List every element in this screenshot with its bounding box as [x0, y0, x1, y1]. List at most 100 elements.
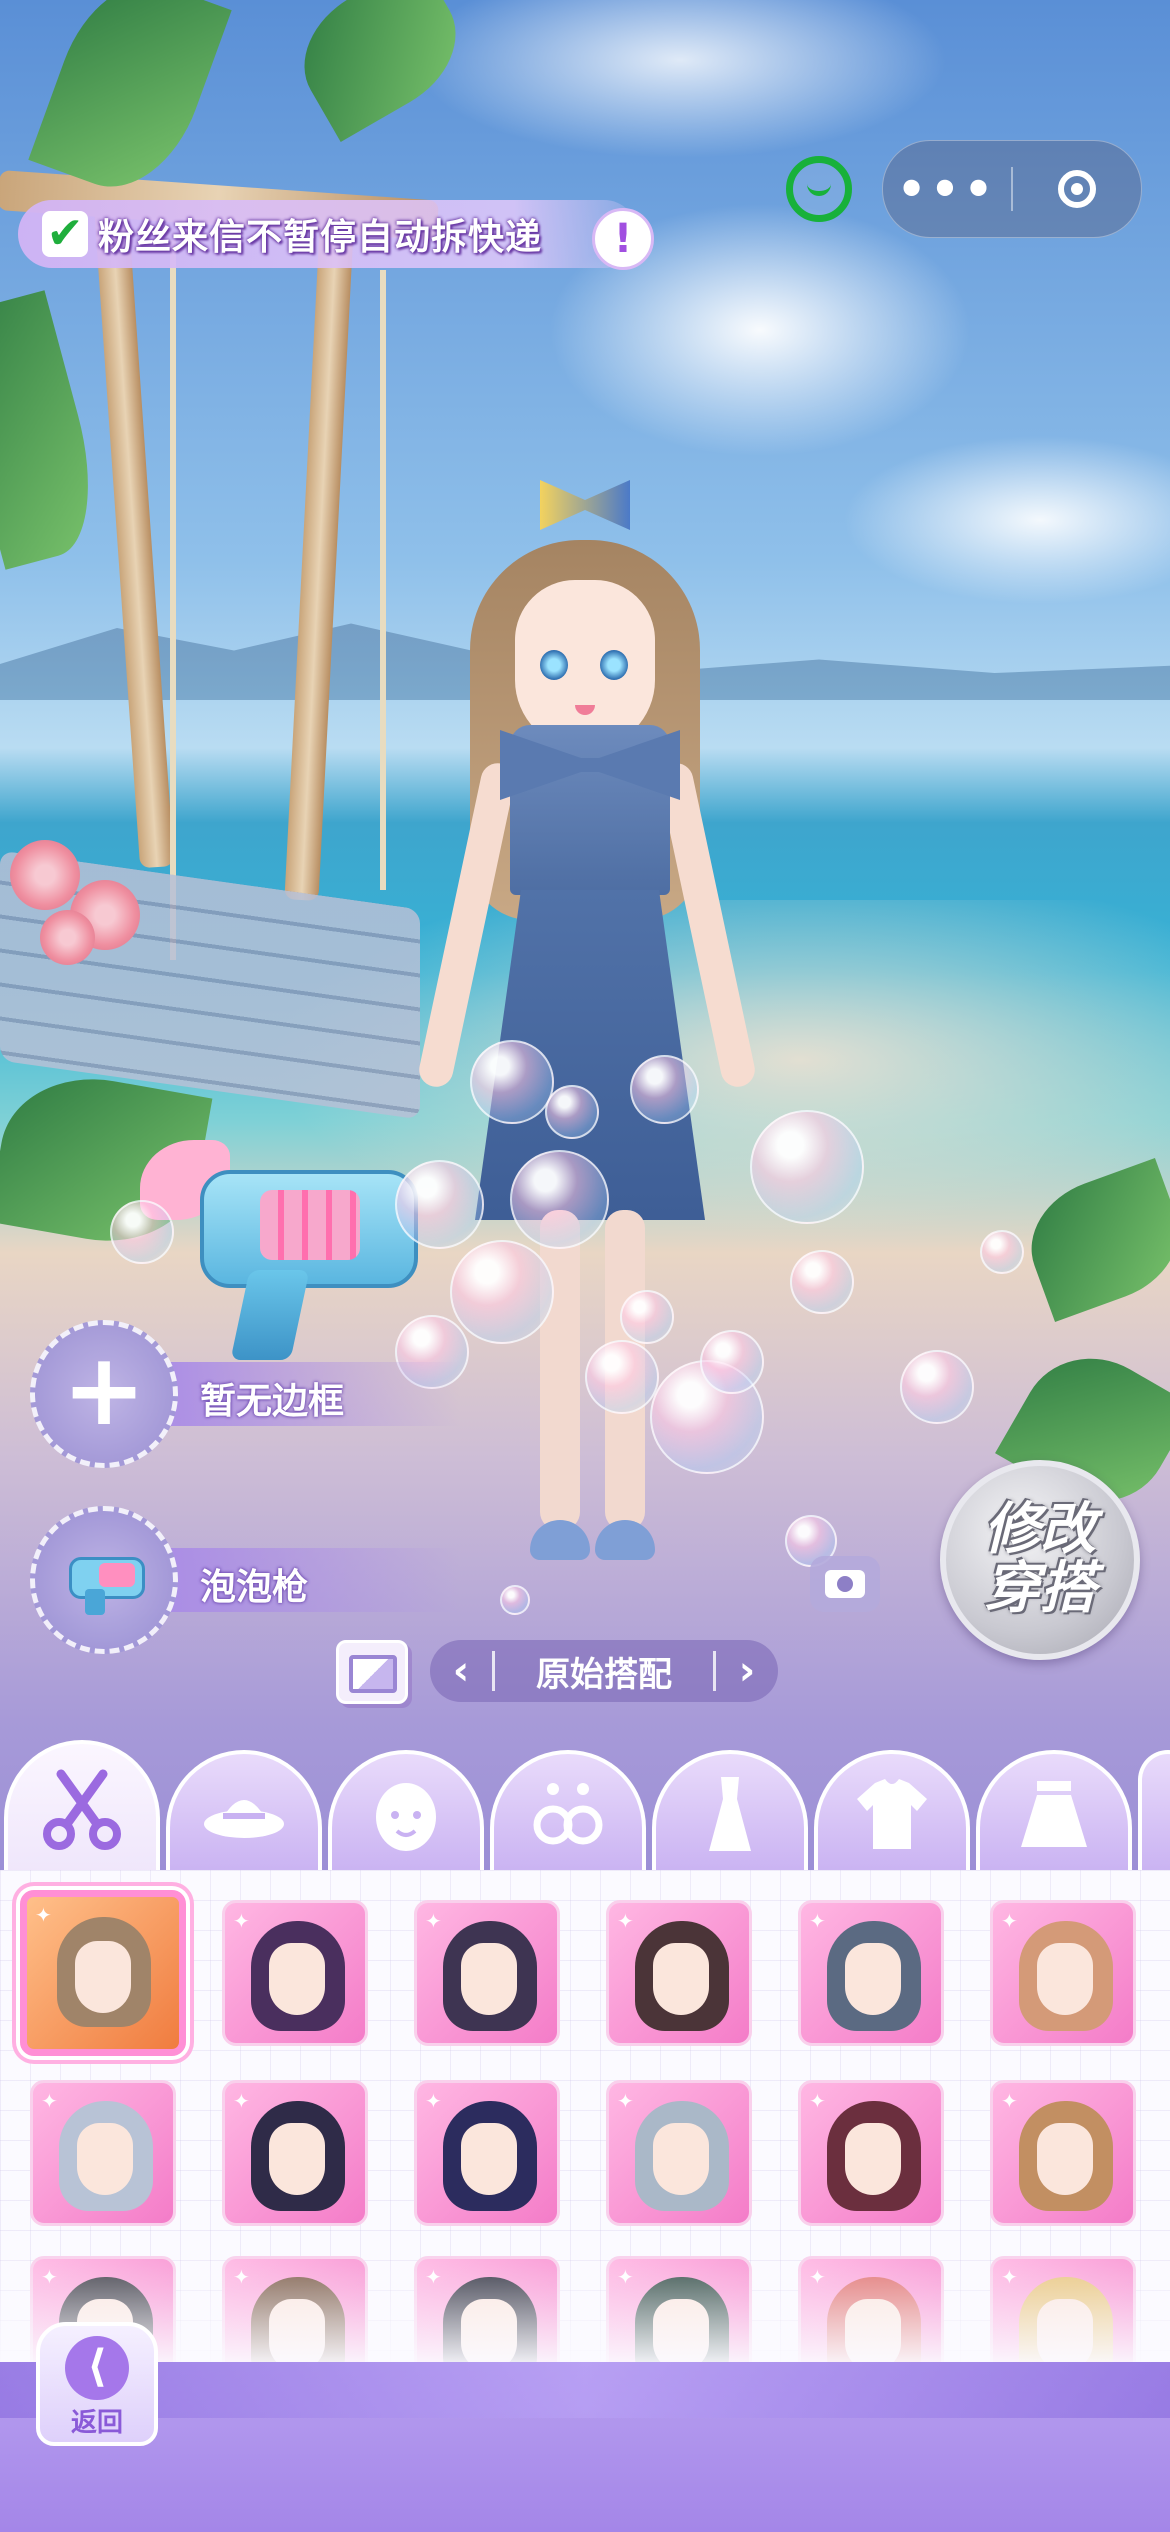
outfit-switcher: ‹ 原始搭配 › [430, 1640, 778, 1702]
palm-leaf [0, 290, 112, 570]
sparkle-icon: ✦ [41, 2089, 58, 2113]
pink-flower [40, 910, 95, 965]
shirt-icon [857, 1779, 927, 1849]
hair-item[interactable]: ✦ [798, 1900, 944, 2046]
modify-outfit-button[interactable]: 修改 穿搭 [940, 1460, 1140, 1660]
hair-item[interactable]: ✦ [606, 1900, 752, 2046]
face-preview [77, 2123, 133, 2195]
face-preview [461, 1943, 517, 2015]
character-shoe [595, 1520, 655, 1560]
hair-item[interactable]: ✦ [222, 1900, 368, 2046]
tab-hair[interactable] [4, 1740, 160, 1874]
face-preview [653, 2123, 709, 2195]
tab-accessory[interactable] [490, 1750, 646, 1874]
next-outfit-button[interactable]: › [716, 1648, 778, 1694]
bubble-gun-prop [140, 1130, 440, 1360]
back-button[interactable]: ⟨ 返回 [36, 2322, 158, 2446]
modify-outfit-line1: 修改 [984, 1497, 1096, 1563]
panel-fade [0, 2250, 1170, 2370]
sparkle-icon: ✦ [233, 2089, 250, 2113]
hat-icon [204, 1800, 284, 1838]
bottom-bar [0, 2362, 1170, 2532]
back-arrow-icon: ⟨ [65, 2336, 129, 2400]
hair-item[interactable]: ✦ [30, 2080, 176, 2226]
hair-item[interactable]: ✦ [20, 1890, 186, 2056]
sparkle-icon: ✦ [617, 1909, 634, 1933]
prev-outfit-button[interactable]: ‹ [430, 1648, 492, 1694]
tab-hat[interactable] [166, 1750, 322, 1874]
sparkle-icon: ✦ [425, 1909, 442, 1933]
bubble [700, 1330, 764, 1394]
target-circle-icon [1058, 170, 1096, 208]
swing-post-right [284, 220, 354, 901]
more-menu-button[interactable]: ••• [883, 166, 1011, 212]
face-preview [75, 1941, 131, 2013]
bubble [500, 1585, 530, 1615]
face-preview [1037, 2123, 1093, 2195]
chat-bubble-icon[interactable] [786, 156, 852, 222]
bubble [630, 1055, 699, 1124]
dress-icon [709, 1777, 751, 1851]
hair-item[interactable]: ✦ [222, 2080, 368, 2226]
bubble [900, 1350, 974, 1424]
palm-leaf [280, 0, 480, 142]
bubble [395, 1160, 484, 1249]
bubble [545, 1085, 599, 1139]
frame-slot-label: 暂无边框 [200, 1381, 345, 1422]
bubble [470, 1040, 554, 1124]
info-exclamation-icon[interactable]: ! [592, 208, 654, 270]
sparkle-icon: ✦ [617, 2089, 634, 2113]
close-miniprogram-button[interactable] [1013, 170, 1141, 208]
auto-unbox-label: 粉丝来信不暂停自动拆快递 [98, 217, 543, 258]
bubble [980, 1230, 1024, 1274]
hair-item[interactable]: ✦ [414, 2080, 560, 2226]
hair-item[interactable]: ✦ [990, 2080, 1136, 2226]
tab-dress[interactable] [652, 1750, 808, 1874]
sparkle-icon: ✦ [1001, 2089, 1018, 2113]
modify-outfit-line2: 穿搭 [984, 1556, 1096, 1621]
tab-more[interactable] [1138, 1750, 1170, 1874]
bubble [450, 1240, 554, 1344]
character-shoe [530, 1520, 590, 1560]
hair-item[interactable]: ✦ [990, 1900, 1136, 2046]
hair-item[interactable]: ✦ [414, 1900, 560, 2046]
category-tabs [0, 1740, 1170, 1874]
sparkle-icon: ✦ [1001, 1909, 1018, 1933]
face-preview [269, 1943, 325, 2015]
face-preview [1037, 1943, 1093, 2015]
face-preview [845, 1943, 901, 2015]
tab-skirt[interactable] [976, 1750, 1132, 1874]
bubble-gun-icon [59, 1545, 149, 1615]
face-preview [461, 2123, 517, 2195]
gallery-icon[interactable] [336, 1640, 408, 1704]
sparkle-icon: ✦ [35, 1903, 52, 1927]
hair-ribbon [540, 480, 630, 530]
hair-item[interactable]: ✦ [798, 2080, 944, 2226]
tab-top[interactable] [814, 1750, 970, 1874]
face-preview [269, 2123, 325, 2195]
outfit-name: 原始搭配 [536, 1654, 672, 1695]
earrings-icon [533, 1783, 603, 1845]
player-character [390, 480, 810, 1640]
tab-face[interactable] [328, 1750, 484, 1874]
skirt-icon [1021, 1781, 1087, 1847]
back-label: 返回 [70, 2408, 123, 2438]
sparkle-icon: ✦ [809, 2089, 826, 2113]
bubble [750, 1110, 864, 1224]
swing-rope [170, 240, 176, 960]
prop-slot-button[interactable] [30, 1506, 178, 1654]
character-leg [540, 1210, 580, 1530]
bubble [110, 1200, 174, 1264]
auto-unbox-notice: ✔ 粉丝来信不暂停自动拆快递 [18, 200, 638, 268]
sparkle-icon: ✦ [809, 1909, 826, 1933]
auto-unbox-checkbox[interactable]: ✔ [42, 211, 88, 257]
face-icon [376, 1783, 436, 1851]
frame-slot-button[interactable]: + [30, 1320, 178, 1468]
sparkle-icon: ✦ [425, 2089, 442, 2113]
scissors-icon [43, 1769, 121, 1850]
swing-rope [380, 270, 386, 890]
hair-item[interactable]: ✦ [606, 2080, 752, 2226]
camera-icon[interactable] [810, 1556, 880, 1612]
bubble [620, 1290, 674, 1344]
prop-slot-label: 泡泡枪 [200, 1567, 309, 1608]
